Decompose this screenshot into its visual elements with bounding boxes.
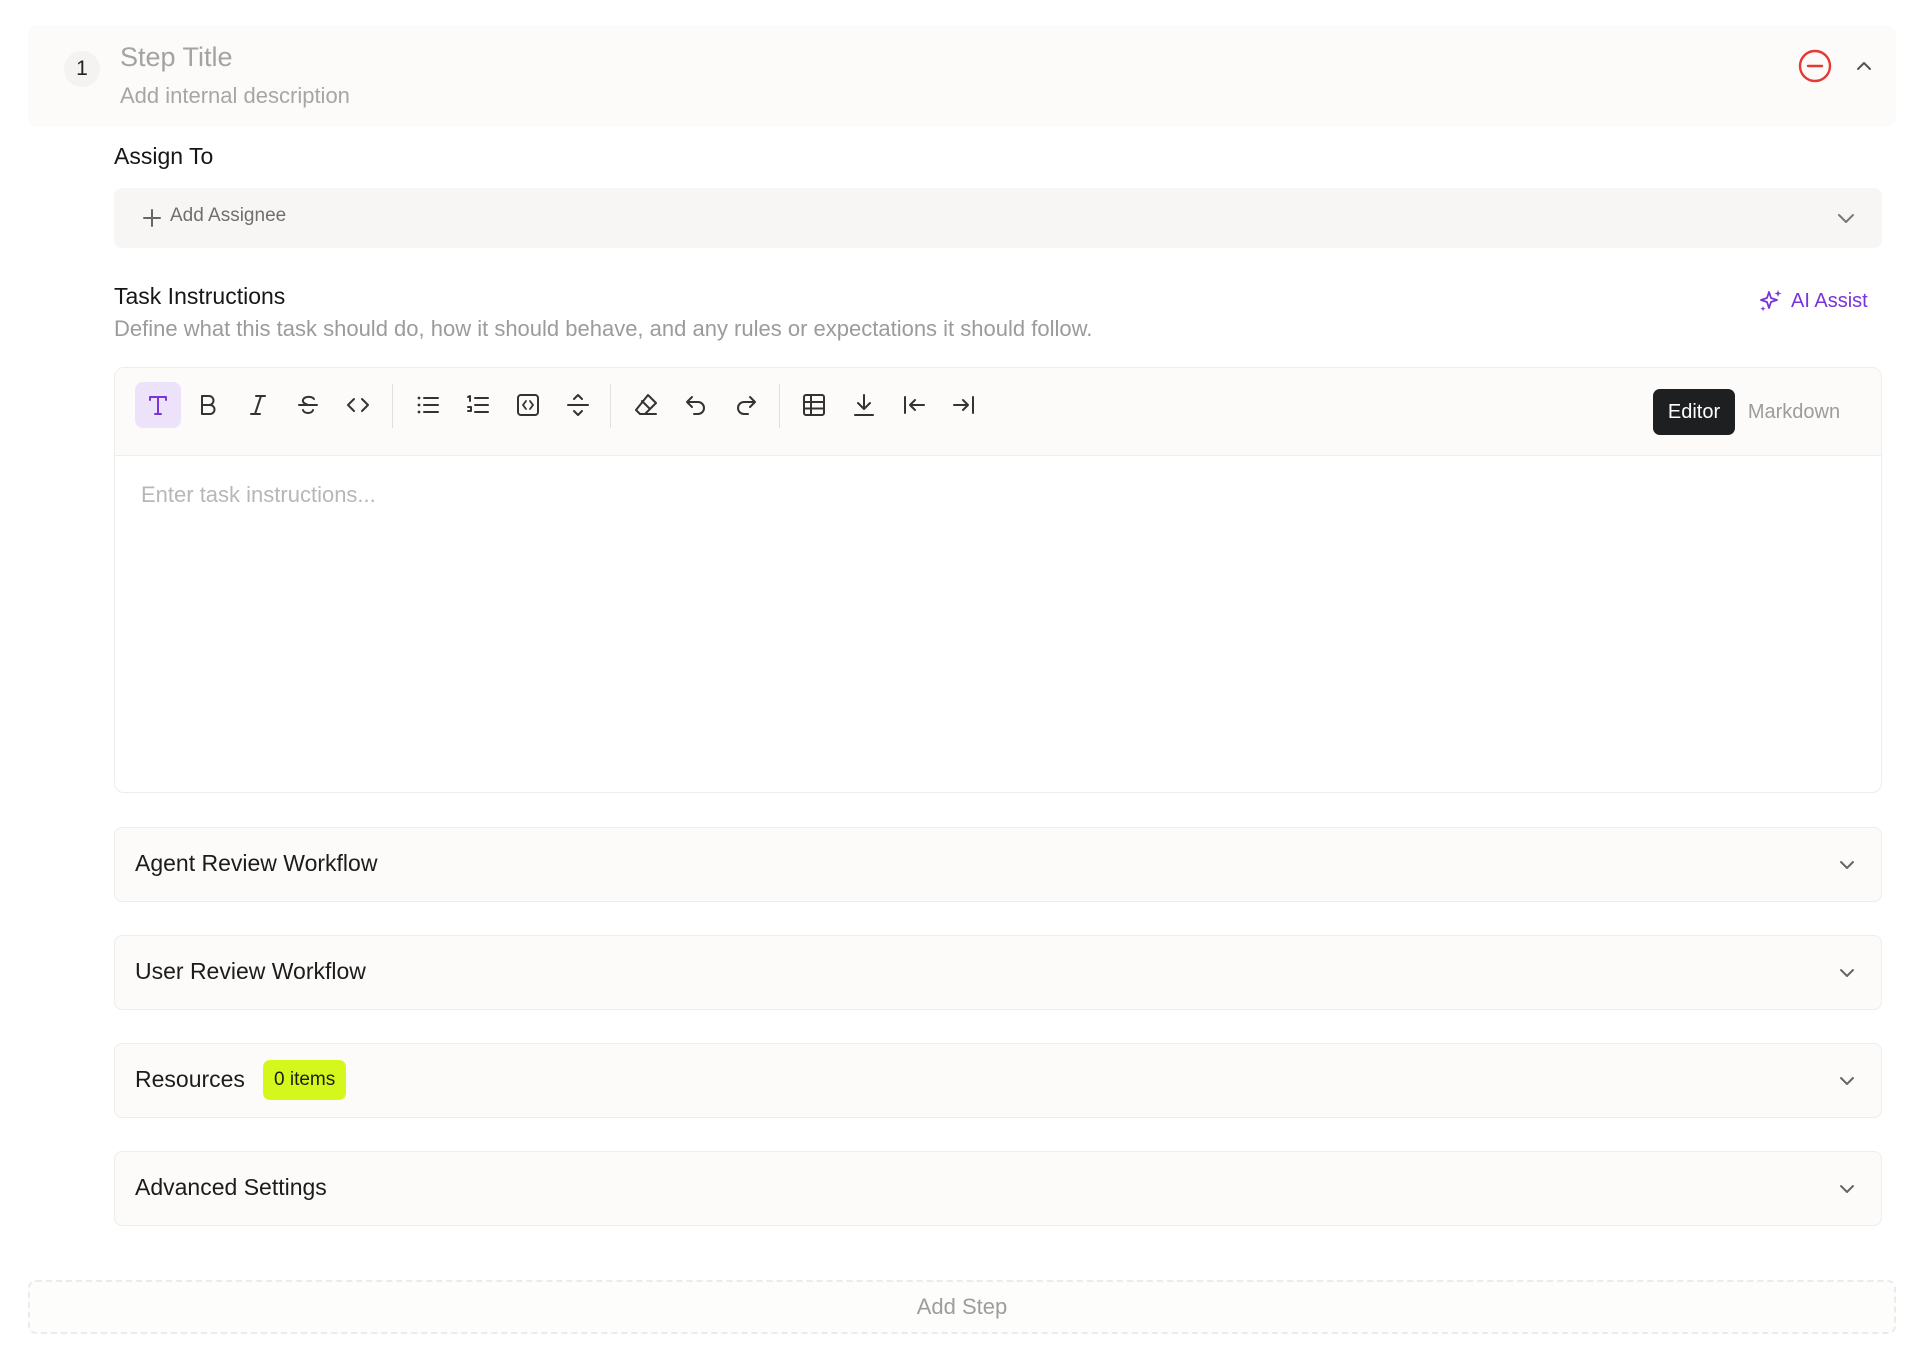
step-number: 1: [64, 51, 100, 87]
markdown-mode-button[interactable]: Markdown: [1739, 389, 1849, 435]
download-icon[interactable]: [841, 382, 887, 428]
bold-icon[interactable]: [185, 382, 231, 428]
section-title: Agent Review Workflow: [135, 850, 378, 876]
bullet-list-icon[interactable]: [405, 382, 451, 428]
code-block-icon[interactable]: [505, 382, 551, 428]
chevron-down-icon: [1833, 1175, 1861, 1203]
user-review-workflow-section[interactable]: User Review Workflow: [114, 935, 1882, 1010]
ai-assist-label: AI Assist: [1791, 289, 1868, 312]
instructions-text-area[interactable]: Enter task instructions...: [115, 456, 1881, 792]
toolbar-divider: [779, 384, 780, 428]
task-instructions-help: Define what this task should do, how it …: [114, 316, 1093, 341]
text-icon[interactable]: [135, 382, 181, 428]
code-icon[interactable]: [335, 382, 381, 428]
outdent-icon[interactable]: [891, 382, 937, 428]
chevron-up-icon[interactable]: [1850, 52, 1878, 80]
horizontal-rule-icon[interactable]: [555, 382, 601, 428]
resources-section[interactable]: Resources 0 items: [114, 1043, 1882, 1118]
eraser-icon[interactable]: [623, 382, 669, 428]
strikethrough-icon[interactable]: [285, 382, 331, 428]
editor-toolbar: Editor Markdown: [115, 368, 1881, 456]
advanced-settings-section[interactable]: Advanced Settings: [114, 1151, 1882, 1226]
ai-assist-button[interactable]: AI Assist: [1758, 287, 1868, 315]
undo-icon[interactable]: [673, 382, 719, 428]
instructions-editor: Editor Markdown Enter task instructions.…: [114, 367, 1882, 793]
assignee-select[interactable]: Add Assignee: [114, 188, 1882, 248]
chevron-down-icon: [1833, 1067, 1861, 1095]
task-instructions-label: Task Instructions: [114, 283, 286, 309]
toolbar-divider: [392, 384, 393, 428]
toolbar-divider: [610, 384, 611, 428]
section-title: Advanced Settings: [135, 1174, 327, 1200]
resources-count-badge: 0 items: [263, 1060, 347, 1100]
step-description-input[interactable]: Add internal description: [120, 83, 350, 109]
step-title-input[interactable]: Step Title: [120, 42, 233, 73]
add-assignee-label: Add Assignee: [170, 205, 287, 226]
plus-icon: [140, 206, 164, 230]
step-header: 1 Step Title Add internal description: [28, 25, 1896, 127]
add-step-button[interactable]: Add Step: [28, 1280, 1896, 1334]
chevron-down-icon: [1833, 959, 1861, 987]
italic-icon[interactable]: [235, 382, 281, 428]
assign-to-label: Assign To: [114, 143, 214, 169]
table-icon[interactable]: [791, 382, 837, 428]
remove-step-icon[interactable]: [1796, 47, 1834, 85]
section-title: User Review Workflow: [135, 958, 366, 984]
redo-icon[interactable]: [723, 382, 769, 428]
section-title: Resources: [135, 1066, 245, 1092]
agent-review-workflow-section[interactable]: Agent Review Workflow: [114, 827, 1882, 902]
indent-icon[interactable]: [941, 382, 987, 428]
ordered-list-icon[interactable]: [455, 382, 501, 428]
chevron-down-icon: [1833, 851, 1861, 879]
editor-mode-button[interactable]: Editor: [1653, 389, 1735, 435]
chevron-down-icon: [1832, 204, 1860, 232]
sparkle-icon: [1758, 288, 1784, 314]
